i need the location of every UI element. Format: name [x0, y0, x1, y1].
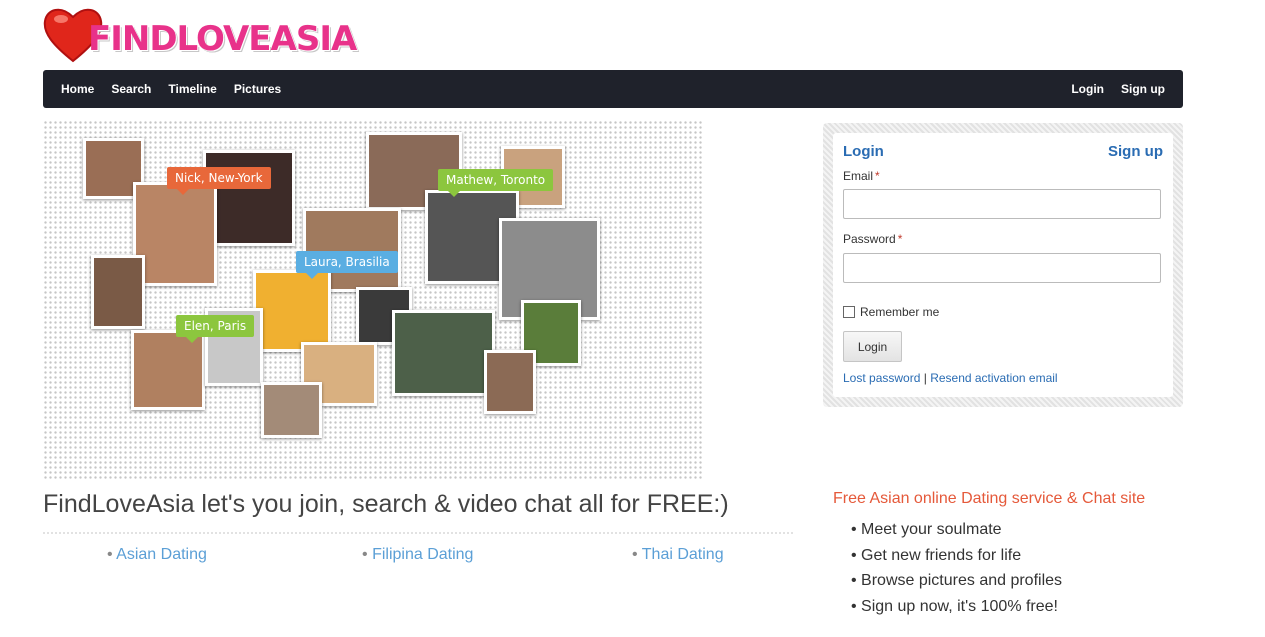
- profile-photo: [253, 270, 331, 352]
- email-label-text: Email: [843, 169, 874, 183]
- profile-photo: [261, 382, 322, 438]
- location-tag: Elen, Paris: [176, 315, 255, 343]
- feature-item: • Sign up now, it's 100% free!: [851, 598, 1058, 615]
- remember-me-label[interactable]: Remember me: [860, 305, 939, 319]
- link-separator: |: [923, 371, 927, 385]
- site-logo[interactable]: FINDLOVEASIA: [43, 5, 357, 63]
- login-panel: Login Sign up Email * Password * Remember …: [823, 123, 1183, 407]
- email-label: Email *: [843, 169, 880, 183]
- lost-password-link[interactable]: Lost password: [843, 371, 920, 385]
- nav-login[interactable]: Login: [1071, 82, 1104, 96]
- login-help-links: Lost password | Resend activation email: [843, 371, 1058, 385]
- password-field[interactable]: [843, 253, 1161, 283]
- password-label: Password *: [843, 232, 902, 246]
- asian-dating-link[interactable]: Asian Dating: [116, 546, 207, 563]
- bullet: •: [632, 546, 638, 563]
- thai-dating-link[interactable]: Thai Dating: [642, 546, 724, 563]
- dating-link-item: • Filipina Dating: [362, 546, 473, 564]
- profile-photo: [133, 182, 217, 286]
- nav-search[interactable]: Search: [111, 82, 151, 96]
- login-form: Login Sign up Email * Password * Remember …: [833, 133, 1173, 397]
- bullet: •: [107, 546, 113, 563]
- dating-link-item: • Thai Dating: [632, 546, 724, 564]
- dating-link-item: • Asian Dating: [107, 546, 207, 564]
- location-tag: Laura, Brasilia: [296, 251, 398, 279]
- profile-photo: [392, 310, 495, 396]
- signup-link[interactable]: Sign up: [1108, 143, 1163, 160]
- bullet: •: [362, 546, 368, 563]
- location-tag: Mathew, Toronto: [438, 169, 554, 197]
- hero-collage: Nick, New-York Mathew, Toronto Laura, Br…: [43, 120, 703, 480]
- feature-item: • Meet your soulmate: [851, 521, 1002, 538]
- feature-item: • Get new friends for life: [851, 547, 1022, 564]
- location-tag: Nick, New-York: [167, 167, 271, 195]
- profile-photo: [91, 255, 145, 329]
- required-mark: *: [875, 169, 880, 183]
- side-title: Free Asian online Dating service & Chat …: [833, 490, 1146, 507]
- email-field[interactable]: [843, 189, 1161, 219]
- nav-timeline[interactable]: Timeline: [168, 82, 216, 96]
- password-label-text: Password: [843, 232, 896, 246]
- filipina-dating-link[interactable]: Filipina Dating: [372, 546, 473, 563]
- nav-pictures[interactable]: Pictures: [234, 82, 281, 96]
- profile-photo: [484, 350, 536, 414]
- top-navbar: Home Search Timeline Pictures Login Sign…: [43, 70, 1183, 108]
- login-title: Login: [843, 143, 884, 160]
- nav-home[interactable]: Home: [61, 82, 94, 96]
- site-logo-text: FINDLOVEASIA: [88, 19, 357, 59]
- resend-activation-link[interactable]: Resend activation email: [930, 371, 1057, 385]
- nav-signup[interactable]: Sign up: [1121, 82, 1165, 96]
- divider: [43, 532, 793, 534]
- remember-me-checkbox[interactable]: [843, 306, 855, 318]
- feature-item: • Browse pictures and profiles: [851, 572, 1063, 589]
- main-tagline: FindLoveAsia let's you join, search & vi…: [43, 490, 729, 518]
- required-mark: *: [897, 232, 903, 246]
- login-button[interactable]: Login: [843, 331, 902, 362]
